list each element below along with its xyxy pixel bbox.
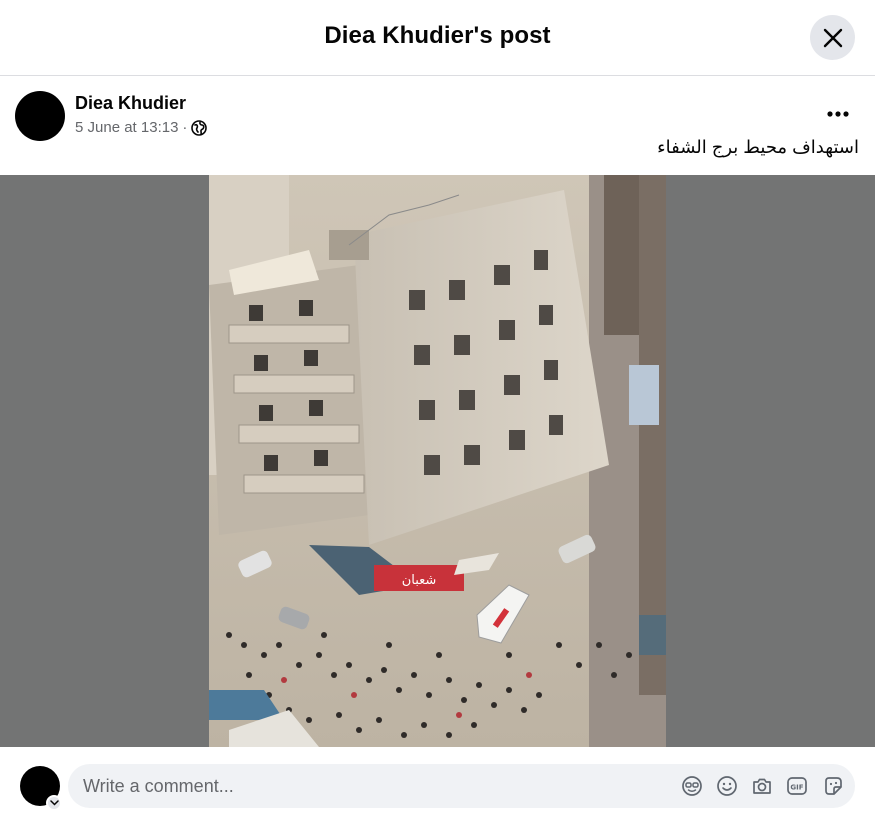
- post-caption: استهداف محيط برج الشفاء: [657, 137, 859, 157]
- post-media: شعبان: [0, 175, 875, 747]
- dialog-header: Diea Khudier's post: [0, 0, 875, 76]
- gif-label: GIF: [790, 784, 803, 792]
- more-options-icon: [827, 111, 849, 117]
- close-button[interactable]: [810, 15, 855, 60]
- post-meta: 5 June at 13:13 ·: [75, 119, 208, 136]
- dialog-title: Diea Khudier's post: [324, 22, 551, 49]
- sticker-icon[interactable]: [822, 775, 844, 797]
- camera-icon[interactable]: [751, 775, 773, 797]
- close-icon: [823, 28, 842, 47]
- chevron-down-icon: [49, 800, 59, 806]
- post-header: Diea Khudier 5 June at 13:13 · استهداف م…: [0, 76, 875, 174]
- more-options-button[interactable]: [818, 98, 858, 130]
- emoji-icon[interactable]: [716, 775, 738, 797]
- gif-icon[interactable]: GIF: [786, 775, 808, 797]
- meta-separator: ·: [182, 119, 188, 136]
- post-timestamp[interactable]: 5 June at 13:13: [75, 119, 178, 136]
- post-photo[interactable]: شعبان: [209, 175, 666, 747]
- author-name[interactable]: Diea Khudier: [75, 93, 186, 114]
- comment-bar: GIF: [0, 747, 875, 832]
- avatar-sticker-icon[interactable]: [681, 775, 703, 797]
- globe-icon[interactable]: [191, 119, 208, 136]
- profile-switch-badge[interactable]: [46, 795, 62, 811]
- author-avatar[interactable]: [15, 91, 65, 141]
- shop-sign-text: شعبان: [402, 573, 437, 588]
